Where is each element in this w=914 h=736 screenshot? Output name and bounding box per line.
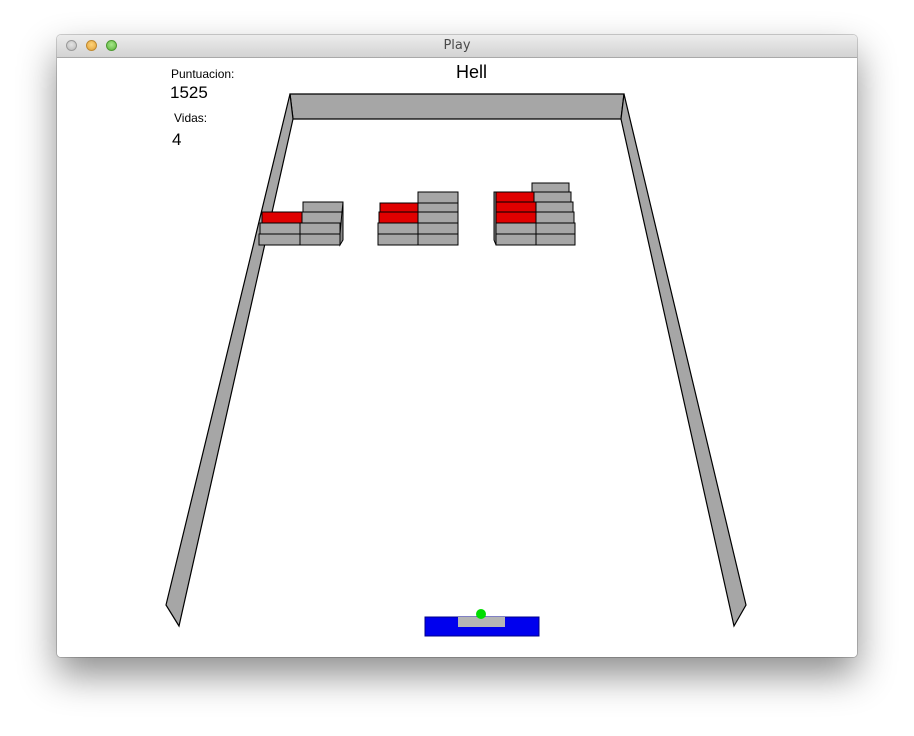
brick-red xyxy=(261,211,303,224)
brick-group-right xyxy=(493,182,576,246)
brick xyxy=(299,233,341,246)
brick xyxy=(258,233,301,246)
brick-red xyxy=(379,202,419,213)
brick xyxy=(377,222,419,235)
brick xyxy=(417,222,459,235)
lives-value: 4 xyxy=(172,130,182,149)
brick xyxy=(535,211,575,224)
window-title: Play xyxy=(443,38,471,53)
game-window: Play Puntuacion: 1525 Vidas: 4 Hell xyxy=(57,35,857,657)
brick xyxy=(531,182,570,193)
brick-side xyxy=(493,191,497,246)
lives-label: Vidas: xyxy=(174,111,208,125)
ball xyxy=(476,609,486,619)
paddle xyxy=(424,616,540,637)
score-label: Puntuacion: xyxy=(171,67,235,81)
brick-red xyxy=(378,211,419,224)
brick-red xyxy=(495,191,535,203)
score-value: 1525 xyxy=(170,83,208,102)
brick xyxy=(495,233,537,246)
title-bar[interactable]: Play xyxy=(57,35,857,58)
right-wall xyxy=(620,93,747,628)
brick xyxy=(259,222,301,235)
brick xyxy=(535,233,576,246)
brick xyxy=(302,201,344,213)
brick-red xyxy=(495,201,537,213)
brick xyxy=(417,233,459,246)
back-wall xyxy=(289,93,625,120)
brick xyxy=(417,211,459,224)
left-wall xyxy=(165,93,294,628)
brick xyxy=(417,191,459,204)
brick xyxy=(301,211,343,224)
brick xyxy=(377,233,419,246)
brick xyxy=(535,201,574,213)
brick xyxy=(535,222,576,235)
brick-red xyxy=(495,211,537,224)
brick xyxy=(533,191,572,203)
brick xyxy=(495,222,537,235)
brick xyxy=(299,222,341,235)
level-name: Hell xyxy=(456,62,488,82)
game-canvas[interactable]: Puntuacion: 1525 Vidas: 4 Hell xyxy=(57,58,857,657)
brick-group-center xyxy=(377,191,459,246)
brick xyxy=(417,202,459,213)
